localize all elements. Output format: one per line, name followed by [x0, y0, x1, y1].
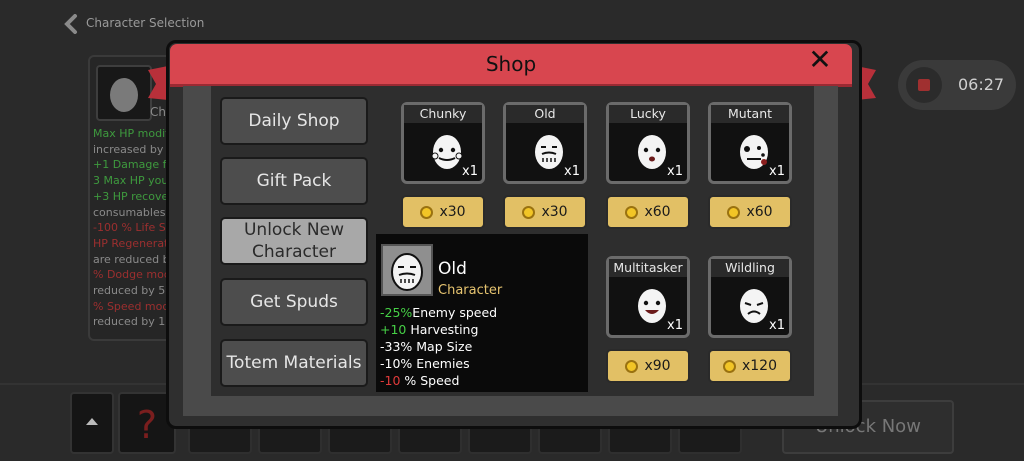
egg-old-icon: [391, 253, 423, 291]
back-title[interactable]: Character Selection: [86, 16, 204, 30]
coin-icon: [625, 205, 639, 219]
egg-icon: [110, 78, 138, 112]
tab-unlock-new-character[interactable]: Unlock New Character: [220, 217, 368, 265]
item-name: Mutant: [711, 105, 789, 123]
coin-icon: [625, 359, 639, 373]
stat-label: Harvesting: [406, 322, 479, 337]
item-card[interactable]: Mutant x1: [708, 102, 792, 184]
item-quantity: x1: [769, 164, 785, 179]
item-name: Chunky: [404, 105, 482, 123]
price-button[interactable]: x30: [401, 195, 485, 229]
item-quantity: x1: [769, 318, 785, 333]
tooltip-portrait: [381, 244, 433, 296]
svg-text:?: ?: [137, 403, 157, 447]
price-button[interactable]: x90: [606, 349, 690, 383]
back-arrow-icon[interactable]: [62, 14, 82, 34]
tab-gift-pack[interactable]: Gift Pack: [220, 157, 368, 205]
tooltip-stats: -25%Enemy speed +10 Harvesting -33% Map …: [380, 304, 497, 389]
price-button[interactable]: x30: [503, 195, 587, 229]
item-name: Lucky: [609, 105, 687, 123]
item-card[interactable]: Multitasker x1: [606, 256, 690, 338]
coin-icon: [727, 205, 741, 219]
stat-label: % Speed: [400, 373, 460, 388]
price-label: x90: [644, 358, 671, 374]
character-portrait: [96, 65, 152, 121]
stat-value: -25%: [380, 305, 413, 320]
item-name: Old: [506, 105, 584, 123]
stat-value: -10: [380, 373, 401, 388]
price-button[interactable]: x60: [708, 195, 792, 229]
price-label: x60: [746, 204, 773, 220]
item-card[interactable]: Old x1: [503, 102, 587, 184]
tooltip-title: Old: [438, 259, 467, 279]
stat-value: -10%: [380, 356, 413, 371]
coin-icon: [522, 205, 536, 219]
tab-get-spuds[interactable]: Get Spuds: [220, 278, 368, 326]
coin-icon: [722, 359, 736, 373]
stat-value: +10: [380, 322, 407, 337]
tab-totem-materials[interactable]: Totem Materials: [220, 339, 368, 387]
close-icon[interactable]: ✕: [804, 44, 836, 76]
item-quantity: x1: [667, 164, 683, 179]
egg-mutant-icon: [740, 135, 768, 169]
item-quantity: x1: [462, 164, 478, 179]
price-label: x120: [741, 358, 777, 374]
price-label: x60: [644, 204, 671, 220]
stat-line: -33% Map Size: [380, 338, 497, 355]
stat-label: Enemies: [412, 356, 470, 371]
scroll-up-button[interactable]: [70, 392, 114, 454]
stat-label: Map Size: [412, 339, 473, 354]
item-card[interactable]: Wildling x1: [708, 256, 792, 338]
stat-line: -25%Enemy speed: [380, 304, 497, 321]
coin-icon: [420, 205, 434, 219]
tab-daily-shop[interactable]: Daily Shop: [220, 97, 368, 145]
egg-multitasker-icon: [638, 289, 666, 323]
stat-line: -10% Enemies: [380, 355, 497, 372]
item-card[interactable]: Lucky x1: [606, 102, 690, 184]
stat-label: Enemy speed: [412, 305, 498, 320]
stat-line: +10 Harvesting: [380, 321, 497, 338]
shop-title: Shop: [485, 52, 537, 76]
stat-value: -33%: [380, 339, 413, 354]
stat-line: -10 % Speed: [380, 372, 497, 389]
item-name: Wildling: [711, 259, 789, 277]
record-icon[interactable]: [906, 67, 942, 103]
egg-old-icon: [535, 135, 563, 169]
tooltip-type: Character: [438, 283, 503, 298]
price-button[interactable]: x120: [708, 349, 792, 383]
timer-text: 06:27: [958, 75, 1005, 94]
egg-lucky-icon: [638, 135, 666, 169]
item-quantity: x1: [564, 164, 580, 179]
price-label: x30: [439, 204, 466, 220]
price-label: x30: [541, 204, 568, 220]
item-card[interactable]: Chunky x1: [401, 102, 485, 184]
triangle-up-icon: [86, 418, 98, 425]
egg-wildling-icon: [740, 289, 768, 323]
item-quantity: x1: [667, 318, 683, 333]
price-button[interactable]: x60: [606, 195, 690, 229]
egg-chunky-icon: [431, 135, 463, 169]
item-name: Multitasker: [609, 259, 687, 277]
